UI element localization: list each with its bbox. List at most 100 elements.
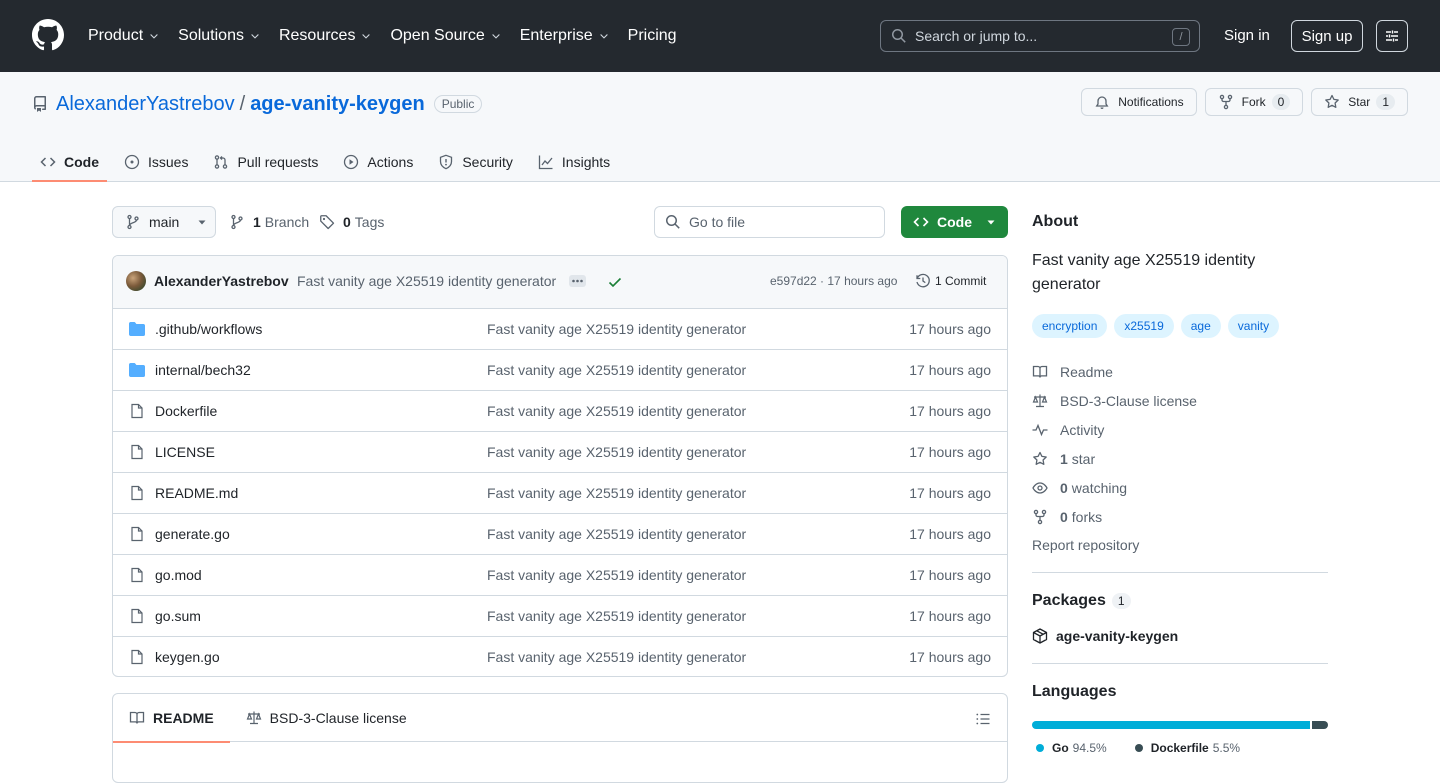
file-row[interactable]: generate.go Fast vanity age X25519 identi… [113,514,1007,555]
repo-icon [34,96,46,112]
commit-author-link[interactable]: AlexanderYastrebov [154,273,289,289]
settings-menu-button[interactable] [1376,20,1408,52]
watchers-link[interactable]: 0 watching [1032,473,1328,502]
file-name-link[interactable]: go.sum [155,608,201,624]
topic-tag[interactable]: x25519 [1114,314,1174,338]
file-row[interactable]: go.mod Fast vanity age X25519 identity ge… [113,555,1007,596]
branches-label: Branch [264,214,310,230]
topic-tag[interactable]: encryption [1032,314,1108,338]
license-link[interactable]: BSD-3-Clause license [1032,386,1328,415]
language-item[interactable]: Go 94.5% [1032,741,1107,755]
nav-pricing[interactable]: Pricing [628,27,677,45]
code-dropdown-button[interactable]: Code [901,206,1008,238]
activity-link[interactable]: Activity [1032,415,1328,444]
tab-insights[interactable]: Insights [530,142,618,182]
repo-actions: Notifications Fork 0 Star 1 [1073,88,1408,116]
file-commit-message-link[interactable]: Fast vanity age X25519 identity generato… [487,608,746,624]
package-item[interactable]: age-vanity-keygen [1032,628,1328,644]
tab-issues[interactable]: Issues [116,142,196,182]
tab-pull-requests[interactable]: Pull requests [205,142,326,182]
file-commit-age: 17 hours ago [909,526,991,542]
author-avatar[interactable] [126,271,146,291]
about-heading: About [1032,213,1079,230]
file-commit-message-link[interactable]: Fast vanity age X25519 identity generato… [487,362,746,378]
repo-owner-link[interactable]: AlexanderYastrebov [56,93,235,116]
tab-security[interactable]: Security [430,142,521,182]
file-name-link[interactable]: internal/bech32 [155,362,251,378]
file-name-link[interactable]: Dockerfile [155,403,217,419]
folder-icon [129,321,145,337]
sign-up-button[interactable]: Sign up [1291,20,1363,52]
history-icon [916,273,930,288]
file-commit-message-link[interactable]: Fast vanity age X25519 identity generato… [487,526,746,542]
book-icon [1032,365,1048,378]
packages-heading[interactable]: Packages 1 [1032,592,1328,610]
file-name-link[interactable]: README.md [155,485,238,501]
file-commit-message-link[interactable]: Fast vanity age X25519 identity generato… [487,567,746,583]
nav-product[interactable]: Product [88,27,160,45]
file-name-link[interactable]: generate.go [155,526,230,542]
stars-link[interactable]: 1 star [1032,444,1328,473]
nav-resources[interactable]: Resources [279,27,372,45]
file-row[interactable]: go.sum Fast vanity age X25519 identity ge… [113,596,1007,637]
file-commit-message-link[interactable]: Fast vanity age X25519 identity generato… [487,649,746,665]
file-row[interactable]: .github/workflows Fast vanity age X25519 … [113,309,1007,350]
file-commit-message-link[interactable]: Fast vanity age X25519 identity generato… [487,403,746,419]
nav-solutions[interactable]: Solutions [178,27,261,45]
nav-open-source-label: Open Source [390,27,485,44]
topic-tag[interactable]: age [1180,314,1221,338]
file-row[interactable]: LICENSE Fast vanity age X25519 identity g… [113,432,1007,473]
nav-resources-label: Resources [278,27,356,44]
branches-link[interactable]: 1 Branch [229,214,309,230]
file-commit-message-link[interactable]: Fast vanity age X25519 identity generato… [487,485,746,501]
file-row[interactable]: internal/bech32 Fast vanity age X25519 id… [113,350,1007,391]
go-to-file-input[interactable]: Go to file [654,206,885,238]
global-search-input[interactable]: Search or jump to... / [880,20,1200,52]
file-name-link[interactable]: LICENSE [155,444,215,460]
file-commit-age: 17 hours ago [909,321,991,337]
tab-insights-label: Insights [561,154,611,170]
topic-list: encryption x25519 age vanity [1032,314,1328,338]
sign-in-link[interactable]: Sign in [1224,27,1270,44]
go-to-file-placeholder: Go to file [689,214,746,230]
language-item[interactable]: Dockerfile 5.5% [1131,741,1240,755]
topic-tag[interactable]: vanity [1227,314,1280,338]
nav-enterprise[interactable]: Enterprise [520,27,610,45]
tab-readme[interactable]: README [113,694,230,743]
watching-label: watching [1071,479,1128,496]
commit-details-toggle[interactable] [569,275,586,287]
fork-button[interactable]: Fork 0 [1204,88,1304,116]
file-name-link[interactable]: .github/workflows [155,321,262,337]
law-icon [1032,394,1048,407]
check-icon[interactable] [607,274,623,290]
file-name-link[interactable]: go.mod [155,567,202,583]
readme-link[interactable]: Readme [1032,357,1328,386]
file-row[interactable]: keygen.go Fast vanity age X25519 identity… [113,637,1007,676]
tab-license[interactable]: BSD-3-Clause license [230,694,423,742]
branch-selector-button[interactable]: main [112,206,216,238]
commits-history-link[interactable]: 1 Commit [915,273,986,289]
language-percent: 94.5% [1072,741,1107,755]
file-commit-message-link[interactable]: Fast vanity age X25519 identity generato… [487,321,746,337]
star-button[interactable]: Star 1 [1311,88,1408,116]
file-name-link[interactable]: keygen.go [155,649,220,665]
forks-link[interactable]: 0 forks [1032,502,1328,531]
file-commit-age: 17 hours ago [909,444,991,460]
commit-message-link[interactable]: Fast vanity age X25519 identity generato… [297,273,556,289]
tab-code[interactable]: Code [32,142,107,182]
file-row[interactable]: README.md Fast vanity age X25519 identity… [113,473,1007,514]
graph-icon [538,155,553,170]
repo-name-link[interactable]: age-vanity-keygen [250,93,425,116]
github-logo-icon[interactable] [32,19,64,51]
notifications-button[interactable]: Notifications [1081,88,1197,116]
tab-security-label: Security [462,154,513,170]
commit-sha-time[interactable]: e597d22 · 17 hours ago [770,274,897,288]
file-row[interactable]: Dockerfile Fast vanity age X25519 identit… [113,391,1007,432]
file-commit-message-link[interactable]: Fast vanity age X25519 identity generato… [487,444,746,460]
list-unordered-icon[interactable] [975,711,991,727]
repo-title: AlexanderYastrebov / age-vanity-keygen P… [32,92,483,116]
nav-open-source[interactable]: Open Source [390,27,501,45]
tags-link[interactable]: 0 Tags [319,214,384,230]
report-repository-link[interactable]: Report repository [1032,537,1328,553]
tab-actions[interactable]: Actions [335,142,421,182]
